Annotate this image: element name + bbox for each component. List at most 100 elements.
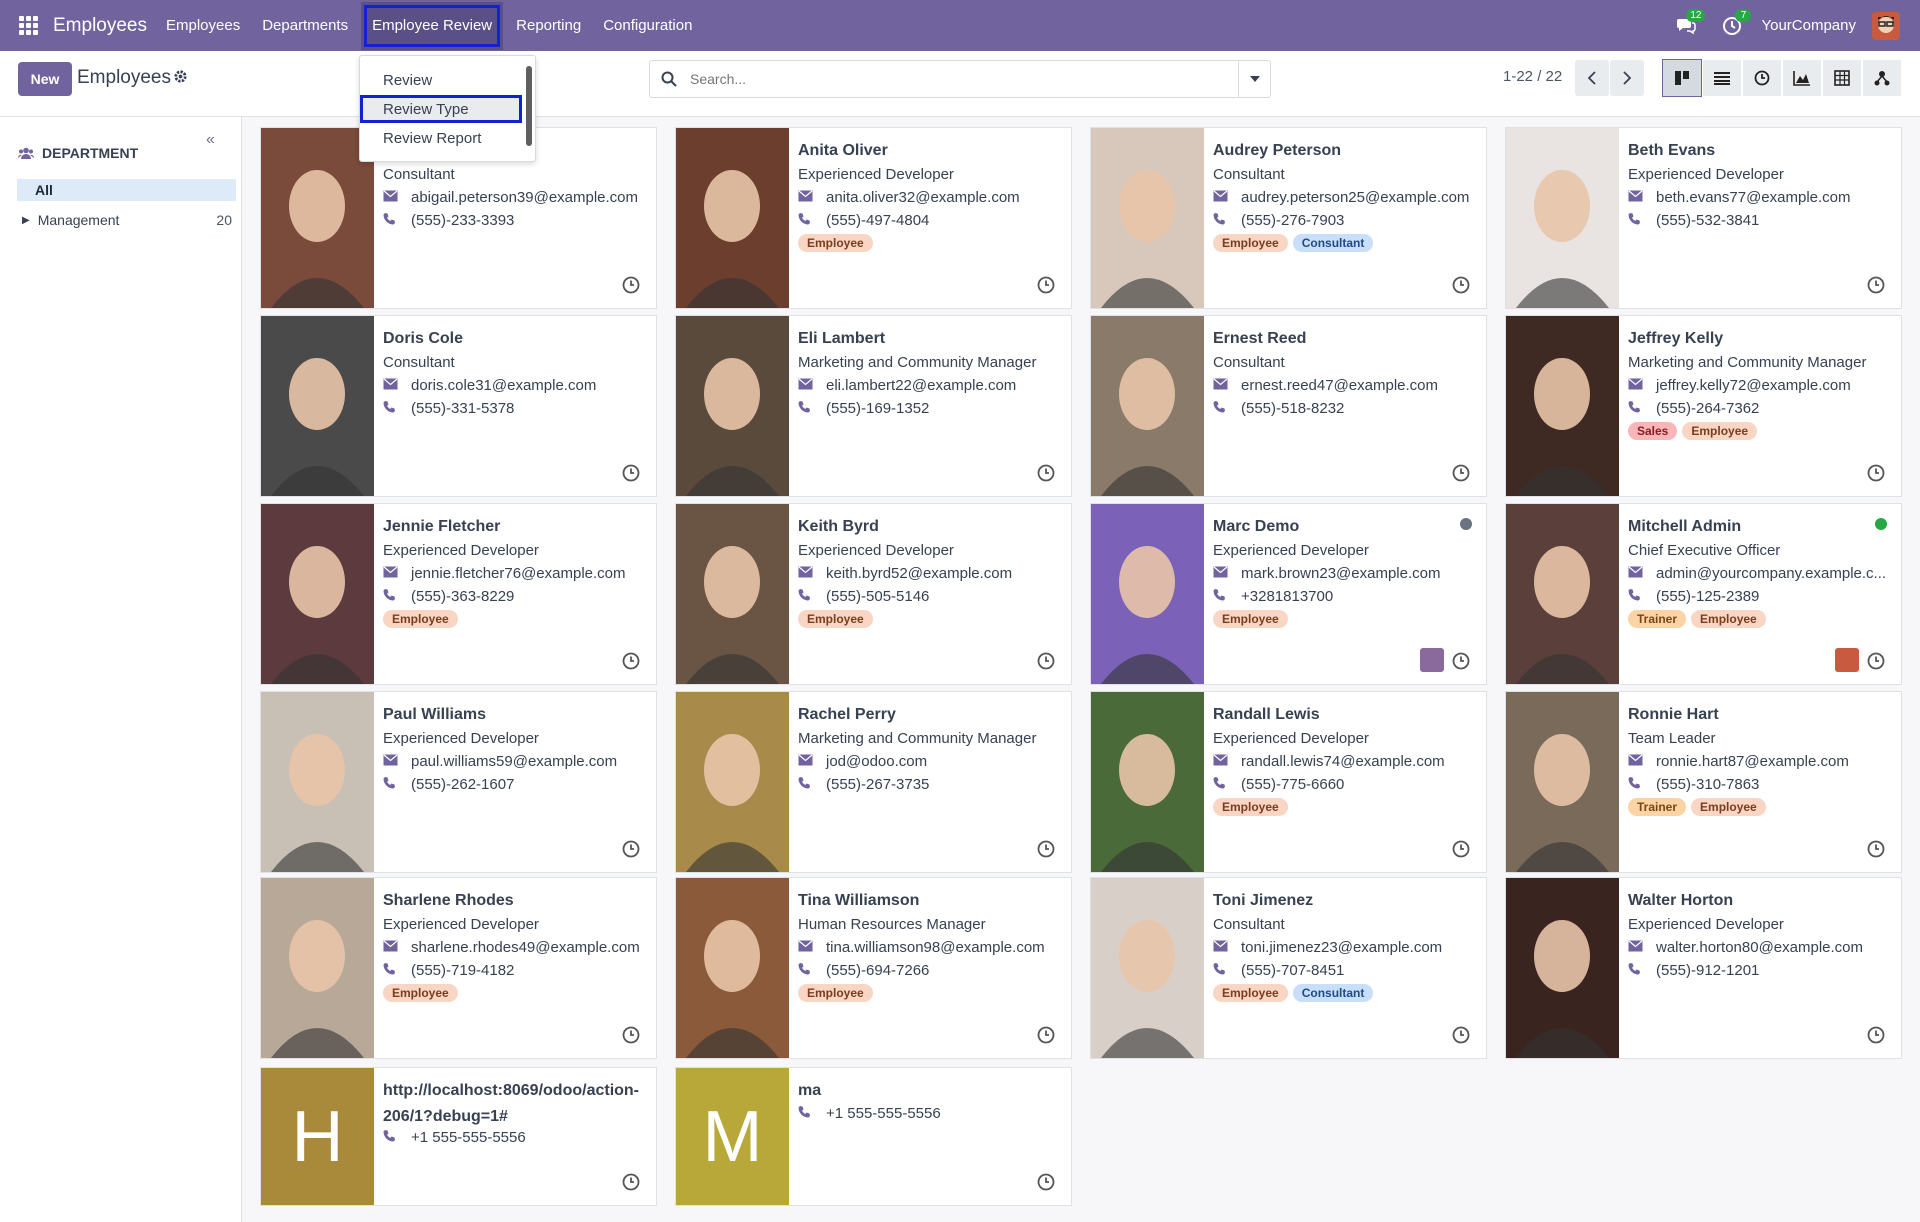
employee-card[interactable]: Paul Williams Experienced Developer paul.w…	[260, 691, 657, 873]
activity-clock-icon[interactable]	[1037, 1173, 1055, 1191]
user-avatar[interactable]	[1872, 11, 1900, 40]
employee-photo	[261, 878, 374, 1058]
tag-employee: Employee	[383, 984, 458, 1002]
tag-sales: Sales	[1628, 422, 1678, 440]
messages-button[interactable]: 12	[1669, 8, 1706, 41]
activity-clock-icon[interactable]	[622, 840, 640, 858]
tag-employee: Employee	[798, 984, 873, 1002]
envelope-icon	[383, 940, 398, 952]
employee-card[interactable]: Mitchell Admin Chief Executive Officer adm…	[1505, 503, 1902, 685]
kanban-view-button[interactable]	[1662, 59, 1702, 97]
employee-card[interactable]: Jennie Fletcher Experienced Developer jenn…	[260, 503, 657, 685]
phone-icon	[1213, 777, 1225, 789]
graph-view-button[interactable]	[1783, 60, 1821, 96]
dropdown-item-review[interactable]: Review	[360, 66, 525, 94]
phone-text: (555)-505-5146	[826, 588, 930, 605]
employee-card[interactable]: Mma +1 555-555-5556	[675, 1067, 1072, 1206]
activity-clock-icon[interactable]	[1867, 1026, 1885, 1044]
activity-clock-icon[interactable]	[1452, 1026, 1470, 1044]
activity-clock-icon[interactable]	[1452, 652, 1470, 670]
phone-icon	[1628, 589, 1640, 601]
pivot-view-button[interactable]	[1823, 60, 1861, 96]
activity-clock-icon[interactable]	[1867, 464, 1885, 482]
menu-reporting[interactable]: Reporting	[505, 0, 592, 51]
user-avatar[interactable]	[1420, 648, 1444, 672]
menu-employees[interactable]: Employees	[155, 0, 251, 51]
tag-employee: Employee	[798, 610, 873, 628]
dropdown-item-review-report[interactable]: Review Report	[360, 124, 525, 152]
employee-card[interactable]: Rachel Perry Marketing and Community Mana…	[675, 691, 1072, 873]
employee-card[interactable]: Beth Evans Experienced Developer beth.evan…	[1505, 127, 1902, 309]
employee-card[interactable]: Ronnie Hart Team Leader ronnie.hart87@exam…	[1505, 691, 1902, 873]
employee-tags: Employee Consultant	[1213, 234, 1374, 252]
employee-email: jennie.fletcher76@example.com	[383, 565, 626, 582]
employee-card[interactable]: Jeffrey Kelly Marketing and Community Man…	[1505, 315, 1902, 497]
department-all[interactable]: All	[17, 179, 236, 201]
activity-clock-icon[interactable]	[1867, 652, 1885, 670]
activity-clock-icon[interactable]	[1452, 464, 1470, 482]
gear-icon[interactable]	[173, 69, 188, 84]
employee-job-title: Chief Executive Officer	[1628, 542, 1781, 559]
employee-card[interactable]: Sharlene Rhodes Experienced Developer shar…	[260, 877, 657, 1059]
employee-name: Eli Lambert	[798, 330, 886, 347]
app-grid-icon[interactable]	[19, 16, 39, 36]
activity-clock-icon[interactable]	[622, 276, 640, 294]
dropdown-item-review-type[interactable]: Review Type	[360, 95, 522, 123]
menu-configuration[interactable]: Configuration	[592, 0, 703, 51]
employee-card[interactable]: Randall Lewis Experienced Developer randal…	[1090, 691, 1487, 873]
employee-name: Randall Lewis	[1213, 706, 1320, 723]
activity-clock-icon[interactable]	[1867, 276, 1885, 294]
kanban-icon	[1675, 71, 1689, 85]
employee-card[interactable]: Walter Horton Experienced Developer walter…	[1505, 877, 1902, 1059]
search-bar[interactable]	[649, 60, 1271, 98]
employee-card[interactable]: Keith Byrd Experienced Developer keith.byr…	[675, 503, 1072, 685]
app-brand[interactable]: Employees	[53, 15, 147, 37]
list-view-button[interactable]	[1703, 60, 1741, 96]
pager-next-button[interactable]	[1610, 60, 1644, 96]
dropdown-scrollbar[interactable]	[526, 66, 532, 146]
collapse-sidebar-button[interactable]: «	[206, 131, 215, 149]
activity-clock-icon[interactable]	[1452, 840, 1470, 858]
menu-employee-review[interactable]: Employee Review	[361, 1, 504, 50]
employee-name: Ronnie Hart	[1628, 706, 1719, 723]
activity-clock-icon[interactable]	[622, 652, 640, 670]
employee-card[interactable]: Anita Oliver Experienced Developer anita.o…	[675, 127, 1072, 309]
pager-previous-button[interactable]	[1575, 60, 1609, 96]
employee-card[interactable]: Eli Lambert Marketing and Community Manag…	[675, 315, 1072, 497]
activity-clock-icon[interactable]	[622, 1026, 640, 1044]
activity-clock-icon[interactable]	[1037, 1026, 1055, 1044]
employee-card[interactable]: Marc Demo Experienced Developer mark.brown…	[1090, 503, 1487, 685]
activities-count-badge: 7	[1735, 8, 1752, 22]
employee-card[interactable]: Tina Williamson Human Resources Manager ti…	[675, 877, 1072, 1059]
pager-value[interactable]: 1-22 / 22	[1503, 68, 1562, 85]
employee-card[interactable]: Hhttp://localhost:8069/odoo/action-206/1…	[260, 1067, 657, 1206]
activity-clock-icon[interactable]	[1037, 652, 1055, 670]
activity-clock-icon[interactable]	[1867, 840, 1885, 858]
employee-card[interactable]: Doris Cole Consultant doris.cole31@example…	[260, 315, 657, 497]
activity-clock-icon[interactable]	[1037, 840, 1055, 858]
employee-job-title: Experienced Developer	[798, 542, 954, 559]
activity-clock-icon[interactable]	[1037, 464, 1055, 482]
activity-clock-icon[interactable]	[1452, 276, 1470, 294]
employee-card[interactable]: Ernest Reed Consultant ernest.reed47@examp…	[1090, 315, 1487, 497]
activity-clock-icon[interactable]	[622, 464, 640, 482]
activity-clock-icon[interactable]	[1037, 276, 1055, 294]
new-button[interactable]: New	[18, 62, 72, 96]
employee-card[interactable]: Audrey Peterson Consultant audrey.peterson…	[1090, 127, 1487, 309]
activity-clock-icon[interactable]	[622, 1173, 640, 1191]
menu-departments[interactable]: Departments	[251, 0, 359, 51]
activities-button[interactable]: 7	[1715, 8, 1752, 41]
employee-card[interactable]: Toni Jimenez Consultant toni.jimenez23@exa…	[1090, 877, 1487, 1059]
hierarchy-view-button[interactable]	[1863, 60, 1901, 96]
employee-phone: (555)-363-8229	[383, 588, 514, 605]
department-item-management[interactable]: ▶ Management 20	[22, 212, 232, 228]
activity-view-button[interactable]	[1743, 60, 1781, 96]
company-switcher[interactable]: YourCompany	[1761, 17, 1856, 34]
user-avatar[interactable]	[1835, 648, 1859, 672]
search-options-toggle[interactable]	[1238, 61, 1270, 97]
table-icon	[1834, 70, 1850, 86]
department-item-count: 20	[216, 212, 232, 228]
search-input[interactable]	[690, 67, 1210, 91]
employee-name: Audrey Peterson	[1213, 142, 1342, 159]
tag-consultant: Consultant	[1292, 234, 1374, 252]
